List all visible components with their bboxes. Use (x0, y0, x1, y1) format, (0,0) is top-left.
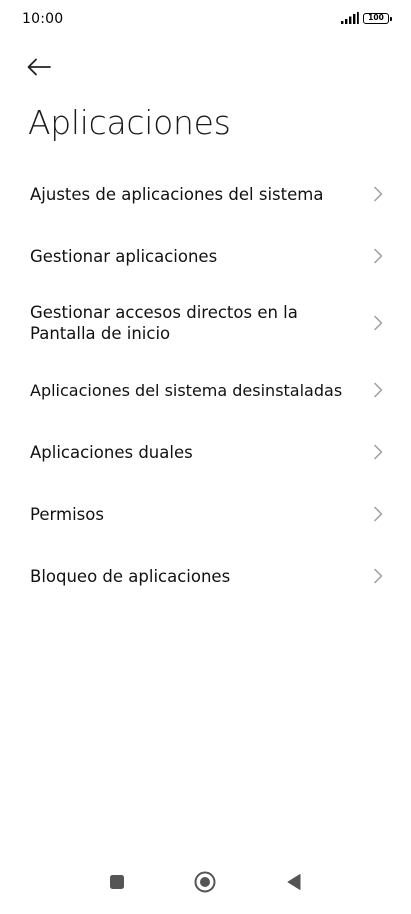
square-icon (110, 875, 124, 889)
chevron-right-icon (374, 315, 383, 331)
list-item-label: Aplicaciones del sistema desinstaladas (30, 380, 343, 400)
list-item-label: Permisos (30, 504, 104, 524)
list-item-label: Bloqueo de aplicaciones (30, 566, 231, 586)
list-item-system-app-settings[interactable]: Ajustes de aplicaciones del sistema (0, 163, 411, 225)
settings-list: Ajustes de aplicaciones del sistema Gest… (0, 163, 411, 607)
list-item-home-shortcuts[interactable]: Gestionar accesos directos en la Pantall… (0, 287, 411, 359)
battery-icon: 100 (363, 12, 392, 24)
battery-level: 100 (368, 13, 384, 23)
status-bar: 10:00 100 (0, 0, 411, 42)
list-item-label: Gestionar accesos directos en la Pantall… (30, 303, 298, 343)
list-item-label: Ajustes de aplicaciones del sistema (30, 184, 324, 204)
list-item-uninstalled-system-apps[interactable]: Aplicaciones del sistema desinstaladas (0, 359, 411, 421)
recents-button[interactable] (103, 868, 131, 896)
nav-back-button[interactable] (280, 868, 308, 896)
chevron-right-icon (374, 186, 383, 202)
triangle-back-icon (287, 874, 301, 890)
chevron-right-icon (374, 248, 383, 264)
chevron-right-icon (374, 568, 383, 584)
chevron-right-icon (374, 506, 383, 522)
home-button[interactable] (191, 868, 219, 896)
circle-home-icon (194, 871, 216, 893)
status-time: 10:00 (22, 11, 64, 27)
list-item-app-lock[interactable]: Bloqueo de aplicaciones (0, 545, 411, 607)
back-button[interactable] (26, 52, 58, 82)
list-item-label: Aplicaciones duales (30, 442, 193, 462)
chevron-right-icon (374, 382, 383, 398)
list-item-manage-apps[interactable]: Gestionar aplicaciones (0, 225, 411, 287)
list-item-dual-apps[interactable]: Aplicaciones duales (0, 421, 411, 483)
status-icons: 100 (341, 12, 392, 24)
list-item-permissions[interactable]: Permisos (0, 483, 411, 545)
page-title: Aplicaciones (28, 103, 231, 142)
navigation-bar (0, 854, 411, 914)
chevron-right-icon (374, 444, 383, 460)
list-item-label: Gestionar aplicaciones (30, 246, 218, 266)
signal-icon (341, 12, 359, 24)
arrow-left-icon (27, 58, 51, 76)
